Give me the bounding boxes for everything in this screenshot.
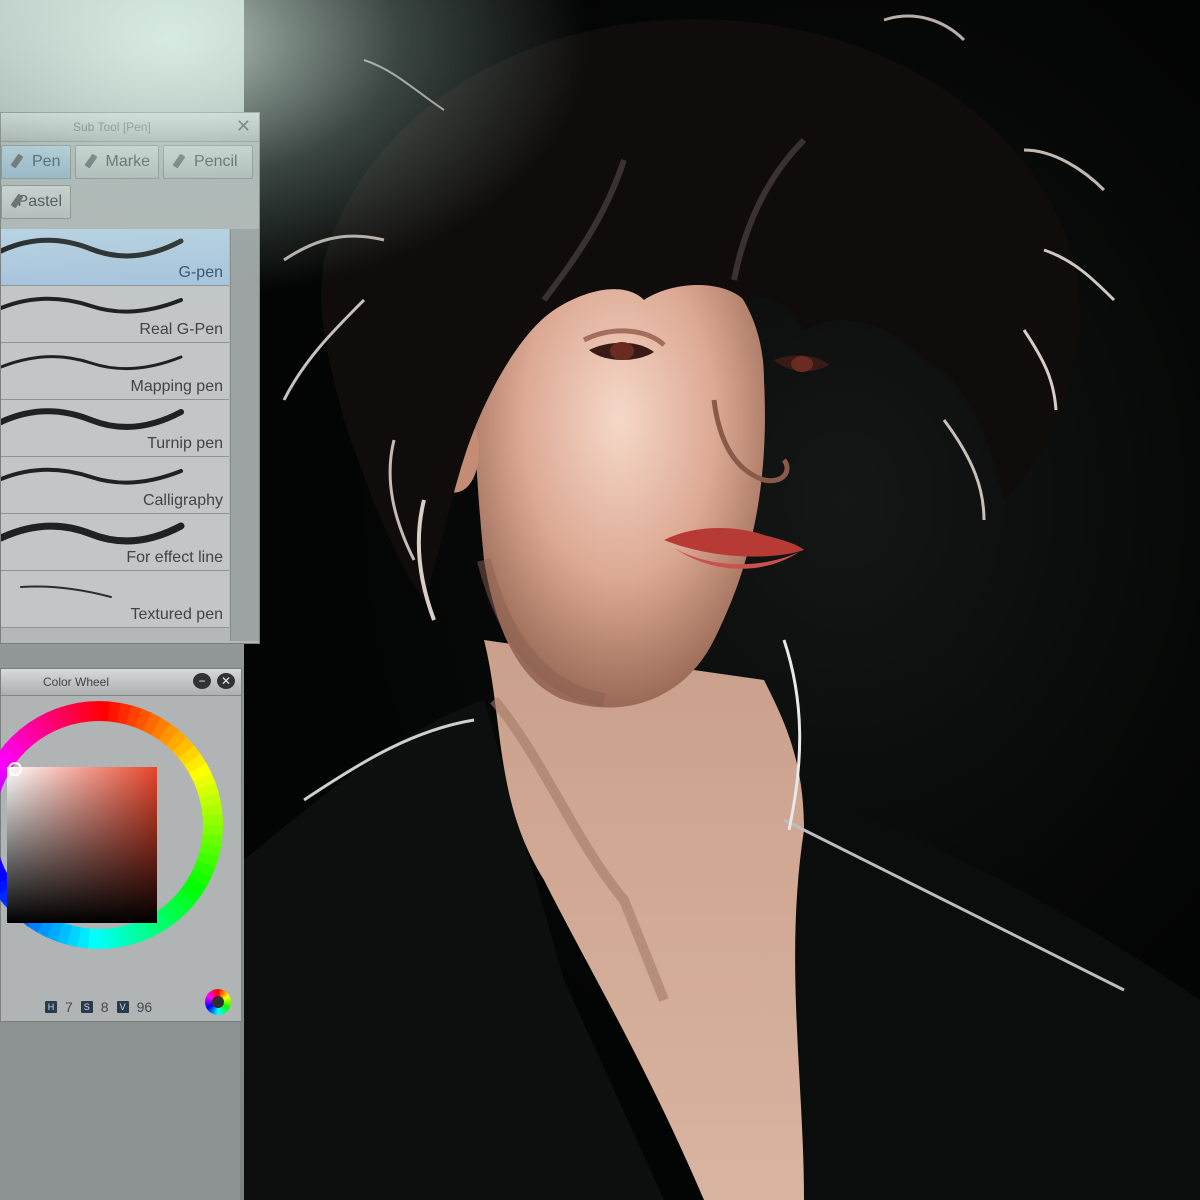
- brush-stroke-preview: [20, 585, 112, 598]
- category-pastel-button[interactable]: Pastel: [1, 185, 71, 219]
- brush-list: G-pen Real G-Pen Mapping pen Turnip pen …: [1, 229, 229, 628]
- brush-item-turnip-pen[interactable]: Turnip pen: [1, 400, 229, 457]
- category-label: Pastel: [17, 193, 62, 210]
- brush-item-g-pen[interactable]: G-pen: [1, 229, 229, 286]
- brush-label: Turnip pen: [147, 435, 223, 452]
- close-icon[interactable]: ✕: [217, 673, 235, 689]
- h-label: H: [45, 1001, 57, 1013]
- lower-panel-area: [0, 1022, 240, 1200]
- pen-icon: [10, 153, 26, 171]
- category-label: Pencil: [194, 153, 238, 170]
- brush-label: Textured pen: [130, 606, 223, 623]
- marker-icon: [84, 153, 100, 171]
- brush-stroke-preview: [1, 522, 185, 545]
- brush-item-mapping-pen[interactable]: Mapping pen: [1, 343, 229, 400]
- brush-label: Calligraphy: [142, 492, 223, 509]
- hue-ring-segment[interactable]: [202, 814, 223, 826]
- brush-stroke-preview: [1, 467, 183, 485]
- category-pencil-button[interactable]: Pencil: [163, 145, 253, 179]
- brush-stroke-preview: [1, 355, 183, 371]
- s-label: S: [80, 1001, 93, 1013]
- brush-stroke-preview: [1, 296, 183, 314]
- subtool-scrollbar[interactable]: [230, 229, 259, 641]
- s-value: 8: [100, 999, 109, 1015]
- hue-ring-segment[interactable]: [88, 701, 100, 722]
- h-value: 7: [65, 999, 73, 1015]
- color-wheel-titlebar[interactable]: Color Wheel − ✕: [1, 669, 241, 696]
- category-label: Pen: [32, 153, 61, 170]
- pencil-icon: [172, 153, 188, 171]
- brush-stroke-preview: [1, 408, 184, 430]
- brush-item-effect-line[interactable]: For effect line: [1, 514, 229, 571]
- brush-label: G-pen: [178, 264, 223, 281]
- close-icon[interactable]: ✕: [236, 117, 251, 135]
- subtool-panel-title: Sub Tool [Pen]: [73, 120, 151, 134]
- pastel-icon: [10, 193, 12, 211]
- minimize-icon[interactable]: −: [193, 673, 211, 689]
- brush-item-textured-pen[interactable]: Textured pen: [1, 571, 229, 628]
- brush-item-real-g-pen[interactable]: Real G-Pen: [1, 286, 229, 343]
- brush-label: Mapping pen: [130, 378, 223, 395]
- v-value: 96: [136, 999, 153, 1015]
- brush-label: Real G-Pen: [139, 321, 223, 338]
- hsv-readout: H 7 S 8 V 96: [45, 999, 152, 1015]
- hue-ring-segment[interactable]: [98, 928, 110, 949]
- portrait-painting: [244, 14, 1200, 1200]
- brush-label: For effect line: [126, 549, 223, 566]
- category-pen-button[interactable]: Pen: [1, 145, 71, 179]
- category-marker-button[interactable]: Marke: [75, 145, 159, 179]
- color-wheel-panel: Color Wheel − ✕ H 7 S 8 V 96: [0, 668, 242, 1022]
- brush-stroke-preview: [1, 237, 184, 259]
- subtool-titlebar[interactable]: Sub Tool [Pen] ✕: [1, 113, 259, 142]
- subtool-panel: Sub Tool [Pen] ✕ Pen Marke Pencil Pastel…: [0, 112, 260, 644]
- color-mode-icon[interactable]: [205, 989, 231, 1015]
- v-label: V: [116, 1001, 129, 1013]
- drawing-canvas[interactable]: [244, 0, 1200, 1200]
- category-label: Marke: [105, 153, 150, 170]
- brush-item-calligraphy[interactable]: Calligraphy: [1, 457, 229, 514]
- hue-ring[interactable]: [0, 697, 227, 953]
- color-wheel-title: Color Wheel: [43, 675, 110, 689]
